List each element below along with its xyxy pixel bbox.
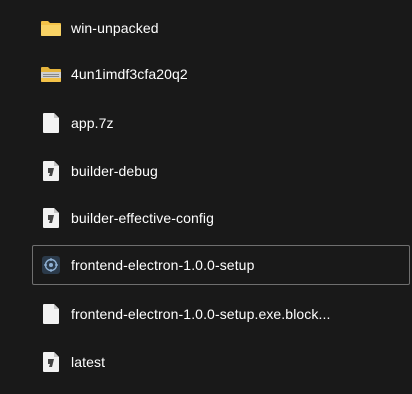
text-file-icon bbox=[41, 161, 61, 181]
file-name: builder-effective-config bbox=[71, 210, 214, 226]
file-list: win-unpacked 4un1imdf3cfa20q2 app.7z bui… bbox=[0, 0, 412, 394]
file-icon bbox=[41, 113, 61, 133]
file-item-app-7z[interactable]: app.7z bbox=[32, 103, 410, 143]
file-name: app.7z bbox=[71, 115, 114, 131]
file-name: builder-debug bbox=[71, 163, 158, 179]
file-item-temp-folder[interactable]: 4un1imdf3cfa20q2 bbox=[32, 54, 410, 94]
folder-icon bbox=[41, 18, 61, 38]
installer-app-icon bbox=[41, 255, 61, 275]
file-name: 4un1imdf3cfa20q2 bbox=[71, 66, 188, 82]
text-file-icon bbox=[41, 352, 61, 372]
file-icon bbox=[41, 304, 61, 324]
folder-icon bbox=[41, 64, 61, 84]
file-name: frontend-electron-1.0.0-setup bbox=[71, 257, 255, 273]
file-item-frontend-electron-setup[interactable]: frontend-electron-1.0.0-setup bbox=[32, 245, 410, 285]
file-item-builder-debug[interactable]: builder-debug bbox=[32, 151, 410, 191]
file-item-setup-blockmap[interactable]: frontend-electron-1.0.0-setup.exe.block.… bbox=[32, 294, 410, 334]
file-item-latest[interactable]: latest bbox=[32, 342, 410, 382]
file-name: latest bbox=[71, 354, 106, 370]
file-name: win-unpacked bbox=[71, 20, 159, 36]
file-name: frontend-electron-1.0.0-setup.exe.block.… bbox=[71, 306, 331, 322]
text-file-icon bbox=[41, 208, 61, 228]
file-item-builder-effective-config[interactable]: builder-effective-config bbox=[32, 198, 410, 238]
file-item-win-unpacked[interactable]: win-unpacked bbox=[32, 8, 410, 48]
